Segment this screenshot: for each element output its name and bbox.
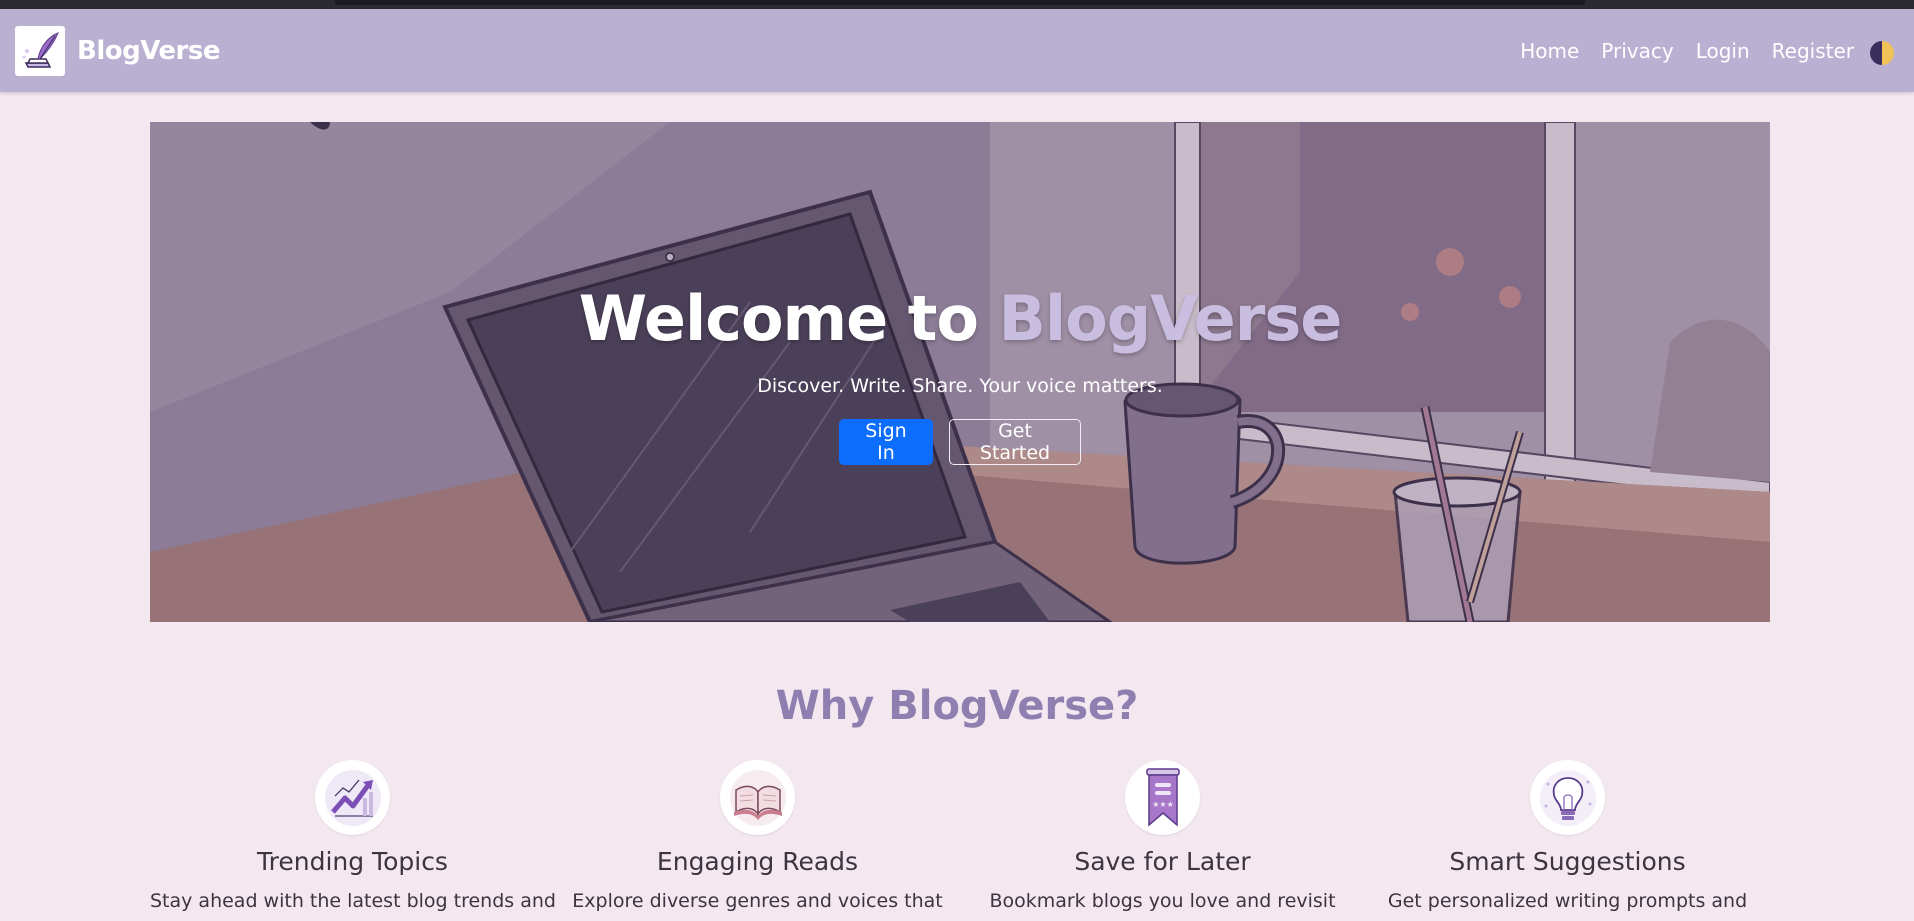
hero-title: Welcome to BlogVerse (150, 282, 1770, 355)
get-started-button[interactable]: Get Started (949, 419, 1081, 465)
trending-chart-icon (315, 760, 390, 835)
browser-top-strip (0, 0, 1914, 9)
nav-home[interactable]: Home (1520, 39, 1579, 63)
feature-desc: Get personalized writing prompts and (1387, 890, 1748, 912)
nav-privacy[interactable]: Privacy (1601, 39, 1673, 63)
bookmark-ribbon-icon: ★★★ (1125, 760, 1200, 835)
feature-title: Trending Topics (257, 847, 448, 876)
feature-card: Engaging Reads Explore diverse genres an… (555, 758, 960, 921)
features-row: Trending Topics Stay ahead with the late… (150, 758, 1770, 921)
feature-desc: Explore diverse genres and voices that (572, 890, 943, 912)
feature-card: Smart Suggestions Get personalized writi… (1365, 758, 1770, 921)
svg-text:★★★: ★★★ (1152, 800, 1174, 809)
hero-title-accent: BlogVerse (998, 282, 1343, 355)
feature-title: Smart Suggestions (1449, 847, 1686, 876)
nav-links: Home Privacy Login Register (1498, 39, 1854, 63)
nav-login[interactable]: Login (1696, 39, 1750, 63)
half-moon-toggle-icon[interactable] (1870, 41, 1894, 65)
hero-content: Welcome to BlogVerse Discover. Write. Sh… (150, 122, 1770, 622)
hero-banner: Welcome to BlogVerse Discover. Write. Sh… (150, 122, 1770, 622)
brand-name[interactable]: BlogVerse (77, 36, 220, 66)
hero-title-prefix: Welcome to (578, 282, 979, 355)
feature-card: Trending Topics Stay ahead with the late… (150, 758, 556, 921)
hero-subtitle: Discover. Write. Share. Your voice matte… (757, 375, 1163, 397)
sign-in-button[interactable]: Sign In (839, 419, 933, 465)
feature-card: ★★★ Save for Later Bookmark blogs you lo… (960, 758, 1365, 921)
why-section-title: Why BlogVerse? (775, 683, 1139, 729)
feature-title: Save for Later (1074, 847, 1251, 876)
feature-desc: Stay ahead with the latest blog trends a… (150, 890, 556, 912)
open-book-icon (720, 760, 795, 835)
feature-desc: Bookmark blogs you love and revisit (989, 890, 1336, 912)
nav-register[interactable]: Register (1772, 39, 1854, 63)
lightbulb-icon (1530, 760, 1605, 835)
hero-buttons: Sign In Get Started (150, 419, 1770, 465)
feature-title: Engaging Reads (656, 847, 859, 876)
quill-book-icon[interactable] (15, 26, 65, 76)
browser-top-strip-inner (335, 0, 1585, 5)
navbar: BlogVerse Home Privacy Login Register (0, 9, 1914, 92)
